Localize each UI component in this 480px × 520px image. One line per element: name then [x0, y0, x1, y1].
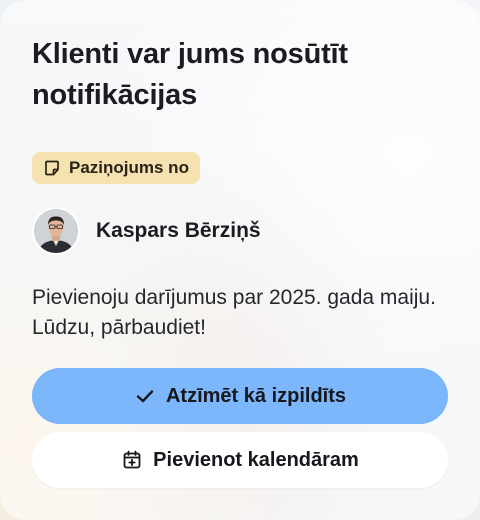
sender-row: Kaspars Bērziņš — [32, 207, 261, 255]
sender-avatar — [32, 207, 80, 255]
notification-card: Klienti var jums nosūtīt notifikācijas P… — [0, 0, 480, 520]
note-icon — [43, 159, 61, 177]
checkmark-icon — [134, 385, 156, 407]
add-to-calendar-button[interactable]: Pievienot kalendāram — [32, 432, 448, 488]
mark-done-button[interactable]: Atzīmēt kā izpildīts — [32, 368, 448, 424]
add-to-calendar-label: Pievienot kalendāram — [153, 448, 359, 471]
notification-title: Klienti var jums nosūtīt notifikācijas — [32, 38, 348, 111]
badge-label: Paziņojums no — [69, 158, 189, 177]
notification-badge: Paziņojums no — [32, 152, 200, 184]
notification-message: Pievienoju darījumus par 2025. gada maij… — [32, 286, 436, 339]
sender-name: Kaspars Bērziņš — [96, 219, 261, 242]
calendar-plus-icon — [121, 449, 143, 471]
mark-done-label: Atzīmēt kā izpildīts — [165, 384, 347, 407]
